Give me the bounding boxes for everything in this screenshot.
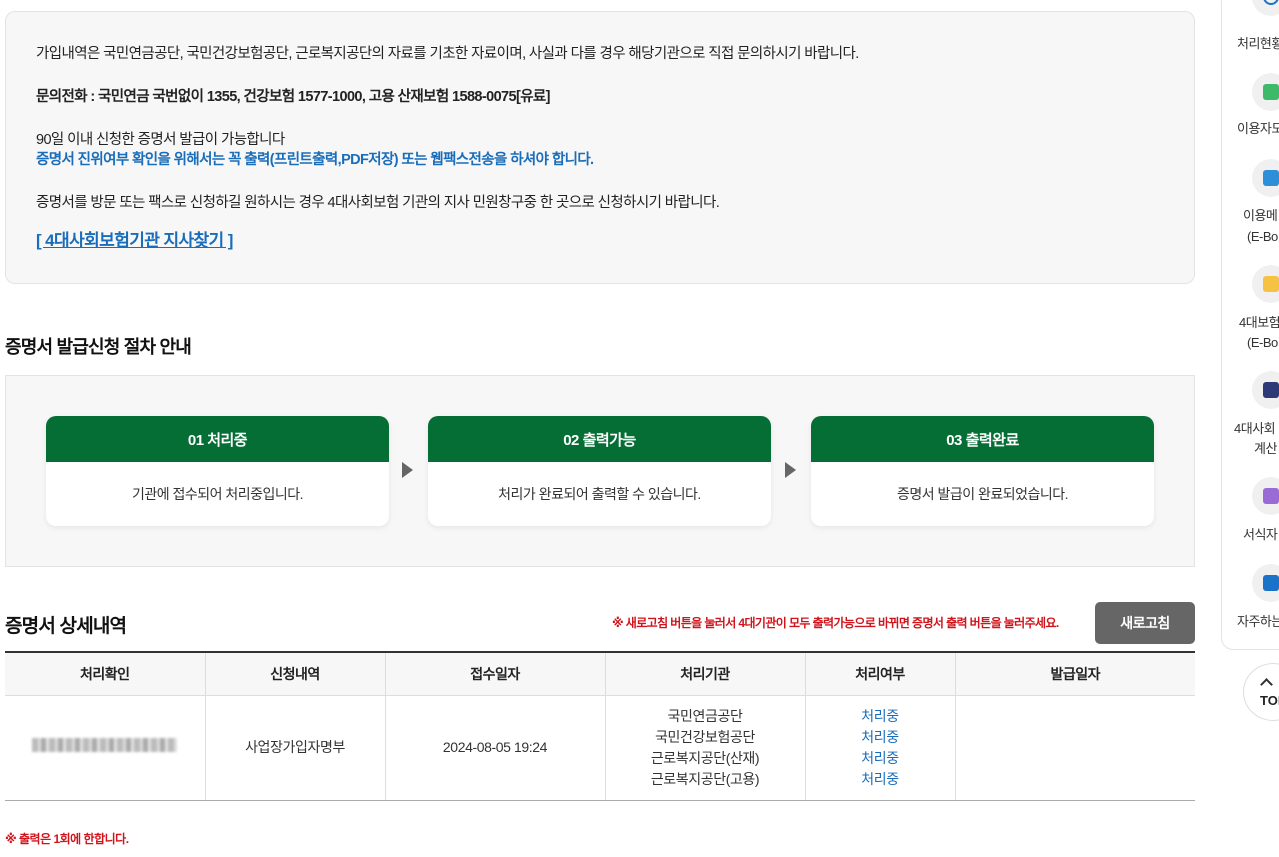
notice-line-90days: 90일 이내 신청한 증명서 발급이 가능합니다	[36, 132, 285, 148]
notice-line-phone: 문의전화 : 국민연금 국번없이 1355, 건강보험 1577-1000, 고…	[36, 89, 551, 105]
step-printable: 02 출력가능 처리가 완료되어 출력할 수 있습니다.	[428, 416, 771, 526]
scroll-top-button[interactable]: TOP	[1243, 663, 1279, 721]
step-desc: 처리가 완료되어 출력할 수 있습니다.	[498, 486, 701, 502]
status-text: 처리중	[861, 728, 899, 745]
arrow-right-icon	[402, 462, 413, 478]
table-row: 사업장가입자명부 2024-08-05 19:24 국민연금공단 국민건강보험공…	[5, 695, 1195, 801]
step-title: 02 출력가능	[428, 416, 771, 462]
request-cell: 사업장가입자명부	[205, 695, 386, 801]
arrow-right-icon	[785, 462, 796, 478]
redacted-id	[32, 738, 178, 752]
institution-name: 근로복지공단(고용)	[650, 770, 760, 787]
notice-box: 가입내역은 국민연금공단, 국민건강보험공단, 근로복지공단의 자료를 기초한 …	[5, 11, 1195, 284]
col-header: 신청내역	[205, 652, 386, 696]
step-processing: 01 처리중 기관에 접수되어 처리중입니다.	[46, 416, 389, 526]
refresh-note: ※ 새로고침 버튼을 눌러서 4대기관이 모두 출력가능으로 바뀌면 증명서 출…	[612, 616, 1059, 630]
step-desc: 기관에 접수되어 처리중입니다.	[131, 486, 304, 502]
confirm-cell	[5, 695, 206, 801]
col-header: 접수일자	[385, 652, 606, 696]
table-header-row: 처리확인 신청내역 접수일자 처리기관 처리여부 발급일자	[5, 652, 1195, 696]
step-printed: 03 출력완료 증명서 발급이 완료되었습니다.	[811, 416, 1154, 526]
notice-line-visit: 증명서를 방문 또는 팩스로 신청하길 원하시는 경우 4대사회보험 기관의 지…	[36, 195, 720, 211]
status-text: 처리중	[861, 749, 899, 766]
print-once-note: ※ 출력은 1회에 한합니다.	[5, 832, 129, 846]
process-title: 증명서 발급신청 절차 안내	[5, 337, 192, 357]
top-label: TOP	[1260, 693, 1279, 708]
col-header: 처리확인	[5, 652, 206, 696]
col-header: 처리기관	[605, 652, 806, 696]
institution-name: 근로복지공단(산재)	[650, 749, 760, 766]
step-title: 03 출력완료	[811, 416, 1154, 462]
col-header: 처리여부	[805, 652, 956, 696]
notice-line-print: 증명서 진위여부 확인을 위해서는 꼭 출력(프린트출력,PDF저장) 또는 웹…	[36, 152, 594, 168]
status-cell: 처리중 처리중 처리중 처리중	[805, 695, 956, 801]
step-desc: 증명서 발급이 완료되었습니다.	[896, 486, 1069, 502]
chevron-up-icon	[1260, 678, 1273, 691]
refresh-button[interactable]: 새로고침	[1095, 602, 1195, 644]
step-title: 01 처리중	[46, 416, 389, 462]
col-header: 발급일자	[955, 652, 1195, 696]
issue-date-cell	[955, 695, 1195, 801]
notice-line-source: 가입내역은 국민연금공단, 국민건강보험공단, 근로복지공단의 자료를 기초한 …	[36, 46, 859, 62]
certificate-table: 처리확인 신청내역 접수일자 처리기관 처리여부 발급일자 사업장가입자명부 2…	[5, 651, 1195, 801]
detail-title: 증명서 상세내역	[5, 616, 127, 637]
status-text: 처리중	[861, 707, 899, 724]
institution-cell: 국민연금공단 국민건강보험공단 근로복지공단(산재) 근로복지공단(고용)	[605, 695, 806, 801]
branch-finder-link[interactable]: [ 4대사회보험기관 지사찾기 ]	[36, 231, 233, 250]
institution-name: 국민건강보험공단	[655, 728, 755, 745]
institution-name: 국민연금공단	[667, 707, 743, 724]
process-steps: 01 처리중 기관에 접수되어 처리중입니다. 02 출력가능 처리가 완료되어…	[5, 375, 1195, 567]
status-text: 처리중	[861, 770, 899, 787]
date-cell: 2024-08-05 19:24	[385, 695, 606, 801]
